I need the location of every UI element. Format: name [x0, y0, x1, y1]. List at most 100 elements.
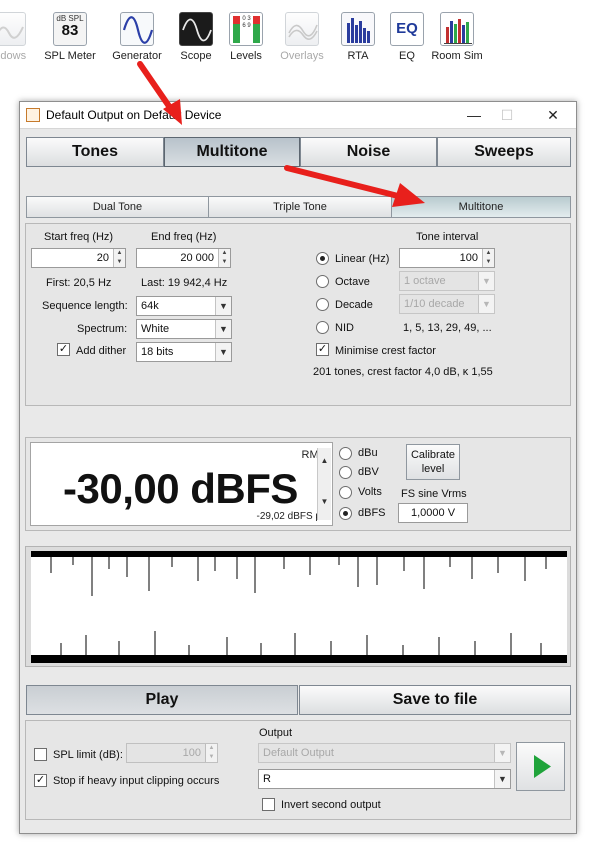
add-dither-label: Add dither: [76, 345, 127, 357]
nid-sequence: 1, 5, 13, 29, 49, ...: [403, 322, 492, 334]
start-freq-label: Start freq (Hz): [44, 231, 114, 243]
invert-second-checkbox[interactable]: [262, 798, 275, 811]
subtab-dual-tone[interactable]: Dual Tone: [26, 196, 209, 218]
play-icon: [534, 755, 551, 778]
toolbar-room-sim[interactable]: Room Sim: [420, 10, 494, 62]
fs-sine-label: FS sine Vrms: [401, 488, 467, 500]
subtab-triple-tone[interactable]: Triple Tone: [208, 196, 392, 218]
levels-bar-right: [253, 16, 260, 43]
level-display: RMS -30,00 dBFS -29,02 dBFS pk: [30, 442, 333, 526]
chevron-down-icon: ▼: [494, 770, 510, 788]
level-value: -30,00 dBFS: [63, 465, 298, 512]
generator-window: Default Output on Default Device — ☐ ✕ T…: [19, 101, 577, 834]
output-channel-select[interactable]: R ▼: [258, 769, 511, 789]
output-device-value: Default Output: [263, 747, 334, 759]
unit-dbu-radio[interactable]: [339, 447, 352, 460]
subtab-triple-tone-label: Triple Tone: [273, 201, 327, 213]
start-freq-spinner[interactable]: ▲ ▼: [113, 249, 125, 267]
spl-limit-checkbox[interactable]: [34, 748, 47, 761]
decade-select[interactable]: 1/10 decade ▼: [399, 294, 495, 314]
calibrate-label-line2: level: [421, 463, 445, 475]
tab-multitone-label: Multitone: [196, 143, 268, 160]
chevron-down-icon: ▼: [215, 297, 231, 315]
linear-interval-spinner[interactable]: ▲ ▼: [482, 249, 494, 267]
spectrum-select[interactable]: White ▼: [136, 319, 232, 339]
subtab-dual-tone-label: Dual Tone: [92, 201, 143, 213]
output-label: Output: [259, 727, 293, 739]
spl-limit-spinner[interactable]: ▲ ▼: [205, 744, 217, 762]
spectrum-label: Spectrum:: [77, 323, 128, 335]
linear-interval-field[interactable]: 100 ▲ ▼: [399, 248, 495, 268]
unit-dbu-label: dBu: [358, 447, 378, 459]
sequence-length-select[interactable]: 64k ▼: [136, 296, 232, 316]
start-generator-button[interactable]: [516, 742, 565, 791]
start-freq-field[interactable]: 20 ▲ ▼: [31, 248, 126, 268]
tab-tones[interactable]: Tones: [26, 137, 164, 167]
spl-meter-icon: dB SPL 83: [53, 12, 87, 46]
tone-interval-label: Tone interval: [416, 231, 479, 243]
linear-radio[interactable]: [316, 252, 329, 265]
calibrate-level-button[interactable]: Calibrate level: [406, 444, 460, 480]
level-up-arrow-icon[interactable]: ▲: [318, 456, 331, 465]
end-freq-spinner[interactable]: ▲ ▼: [218, 249, 230, 267]
unit-dbfs-radio[interactable]: [339, 507, 352, 520]
levels-icon: 0 3 6 9: [229, 12, 263, 46]
chevron-down-icon: ▼: [494, 744, 510, 762]
waveform-envelope: [31, 557, 567, 655]
end-freq-value: 20 000: [180, 252, 214, 264]
play-button[interactable]: Play: [26, 685, 298, 715]
unit-volts-radio[interactable]: [339, 486, 352, 499]
minimise-crest-checkbox[interactable]: ✓: [316, 343, 329, 356]
peak-level-text: -29,02 dBFS pk: [256, 511, 326, 522]
spl-limit-label: SPL limit (dB):: [53, 749, 123, 761]
spl-limit-field[interactable]: 100 ▲ ▼: [126, 743, 218, 763]
window-titlebar: Default Output on Default Device — ☐ ✕: [20, 102, 576, 129]
spectrum-value: White: [141, 323, 170, 335]
close-button[interactable]: ✕: [537, 105, 569, 125]
spl-limit-value: 100: [182, 747, 201, 759]
levels-bar-left: [233, 16, 240, 43]
nid-radio[interactable]: [316, 321, 329, 334]
minimise-crest-label: Minimise crest factor: [335, 345, 436, 357]
toolbar-spl-meter-label: SPL Meter: [44, 50, 96, 62]
add-dither-checkbox[interactable]: ✓: [57, 343, 70, 356]
maximize-button[interactable]: ☐: [491, 105, 523, 125]
stop-clipping-checkbox[interactable]: ✓: [34, 774, 47, 787]
windows-icon: [0, 12, 26, 46]
unit-dbv-radio[interactable]: [339, 466, 352, 479]
subtab-multitone[interactable]: Multitone: [391, 196, 571, 218]
level-adjust-scroller[interactable]: ▲ ▼: [317, 448, 331, 520]
output-device-select[interactable]: Default Output ▼: [258, 743, 511, 763]
octave-radio[interactable]: [316, 275, 329, 288]
save-to-file-button[interactable]: Save to file: [299, 685, 571, 715]
unit-volts-label: Volts: [358, 486, 382, 498]
eq-icon: EQ: [390, 12, 424, 46]
tab-noise[interactable]: Noise: [300, 137, 437, 167]
octave-select[interactable]: 1 octave ▼: [399, 271, 495, 291]
minimize-button[interactable]: —: [458, 105, 490, 125]
play-button-label: Play: [145, 691, 179, 708]
toolbar-spl-meter[interactable]: dB SPL 83 SPL Meter: [33, 10, 107, 62]
spl-meter-icon-value: 83: [61, 22, 79, 39]
toolbar-room-sim-label: Room Sim: [431, 50, 483, 62]
first-tone-text: First: 20,5 Hz: [46, 277, 112, 289]
level-down-arrow-icon[interactable]: ▼: [318, 497, 331, 506]
end-freq-field[interactable]: 20 000 ▲ ▼: [136, 248, 231, 268]
tab-sweeps[interactable]: Sweeps: [437, 137, 571, 167]
fs-sine-value: 1,0000 V: [411, 507, 456, 519]
generator-sine-icon: [120, 12, 154, 46]
scope-icon: [179, 12, 213, 46]
chevron-down-icon: ▼: [215, 343, 231, 361]
tab-multitone[interactable]: Multitone: [164, 137, 300, 167]
eq-icon-text: EQ: [396, 20, 418, 37]
fs-sine-field[interactable]: 1,0000 V: [398, 503, 468, 523]
decade-value: 1/10 decade: [404, 298, 465, 310]
last-tone-text: Last: 19 942,4 Hz: [141, 277, 228, 289]
decade-radio[interactable]: [316, 298, 329, 311]
nid-label: NID: [335, 322, 354, 334]
subtab-multitone-label: Multitone: [458, 201, 504, 213]
octave-label: Octave: [335, 276, 370, 288]
sequence-length-value: 64k: [141, 300, 159, 312]
waveform-panel: [25, 546, 571, 667]
dither-bits-select[interactable]: 18 bits ▼: [136, 342, 232, 362]
